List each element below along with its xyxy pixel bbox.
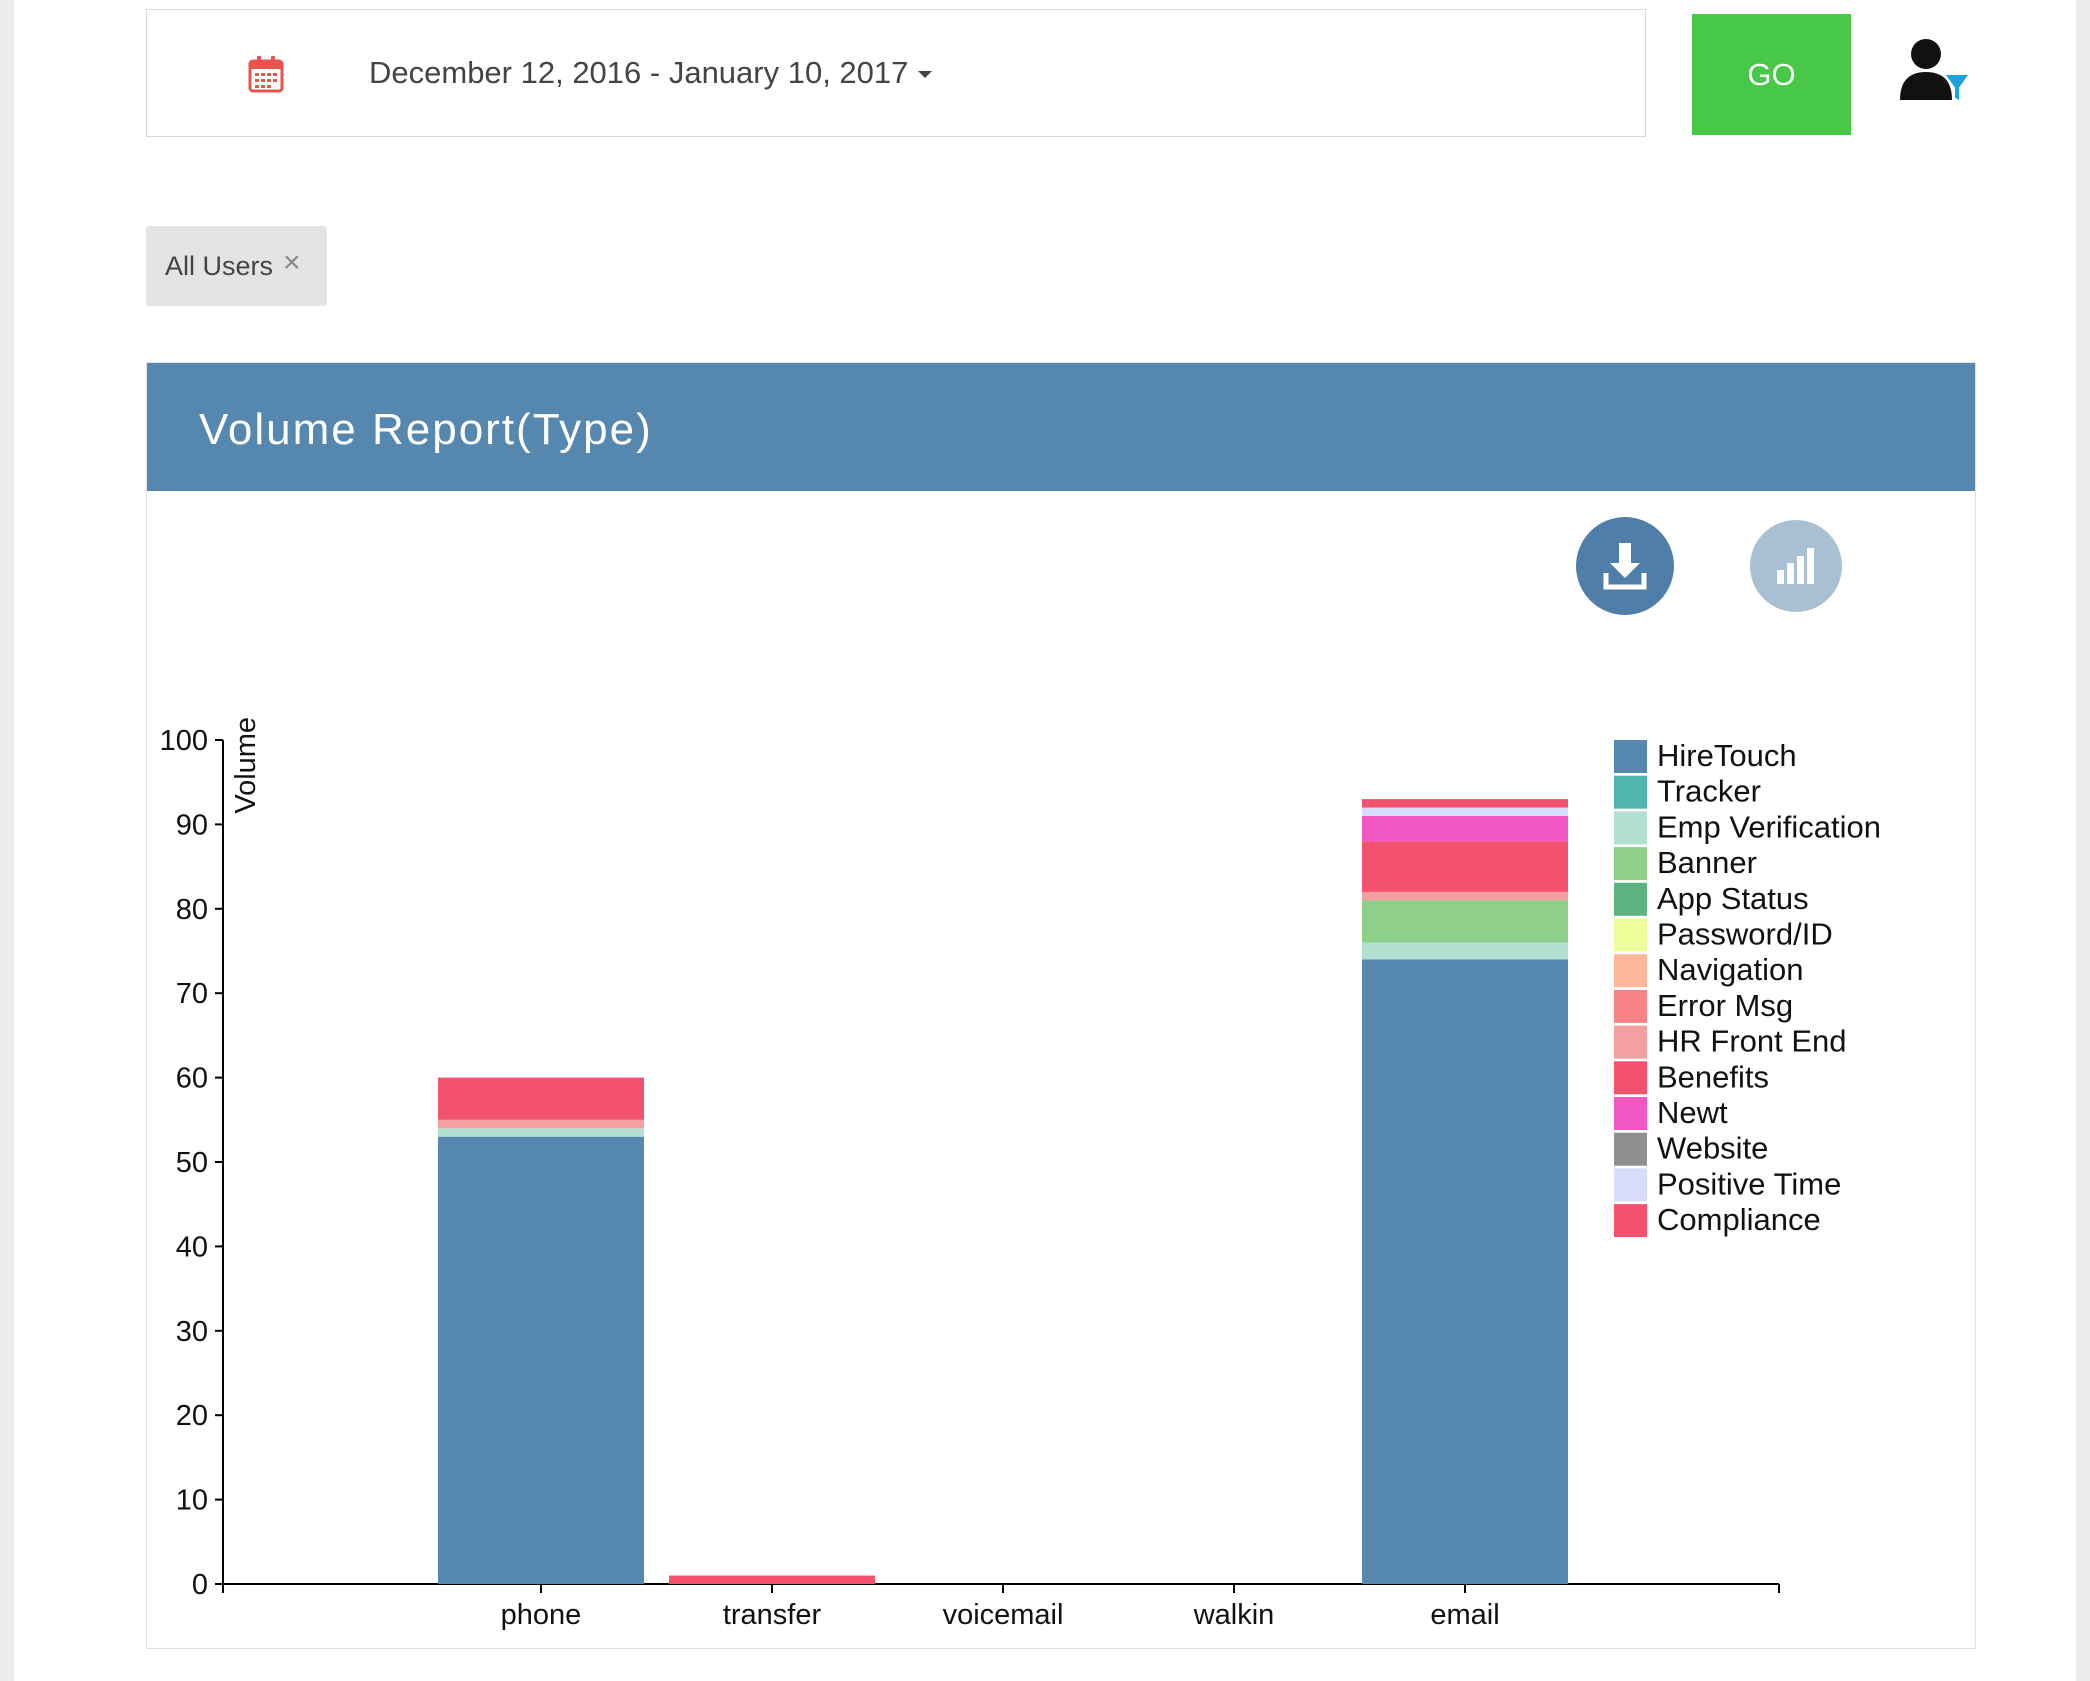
y-tick-label: 10 — [176, 1485, 208, 1517]
x-tick-label: voicemail — [943, 1599, 1064, 1631]
y-tick-label: 40 — [176, 1231, 208, 1263]
bar-segment[interactable] — [1362, 900, 1568, 943]
legend-label: Tracker — [1657, 774, 1761, 809]
bar-segment[interactable] — [438, 1136, 644, 1584]
legend: HireTouchTrackerEmp VerificationBannerAp… — [1614, 738, 1881, 1238]
legend-swatch — [1614, 1204, 1647, 1238]
x-tick-label: phone — [501, 1599, 582, 1631]
date-range-picker[interactable]: December 12, 2016 - January 10, 2017 — [146, 9, 1646, 137]
legend-label: Website — [1657, 1131, 1768, 1166]
legend-label: Positive Time — [1657, 1166, 1841, 1201]
y-tick-label: 80 — [176, 894, 208, 926]
legend-label: Banner — [1657, 845, 1757, 880]
left-gutter — [0, 0, 14, 1681]
legend-swatch — [1614, 1168, 1647, 1202]
bar-segment[interactable] — [1362, 815, 1568, 842]
legend-label: Compliance — [1657, 1202, 1821, 1237]
x-tick-label: email — [1430, 1599, 1499, 1631]
volume-report-panel: Volume Report(Type) 0 10 20 30 40 50 60 70 80 90 1… — [146, 362, 1976, 1649]
y-tick-label: 50 — [176, 1147, 208, 1179]
legend-swatch — [1614, 882, 1647, 916]
bar-segment[interactable] — [1362, 891, 1568, 901]
stacked-bar-chart: 0 10 20 30 40 50 60 70 80 90 100 phone transfer voic… — [160, 717, 1881, 1631]
legend-label: App Status — [1657, 881, 1809, 916]
right-scrollbar-track[interactable] — [2076, 0, 2090, 1681]
y-tick-label: 20 — [176, 1400, 208, 1432]
legend-label: Password/ID — [1657, 917, 1833, 952]
legend-swatch — [1614, 918, 1647, 952]
bar-segment[interactable] — [1362, 959, 1568, 1584]
legend-label: Navigation — [1657, 952, 1803, 987]
legend-label: Emp Verification — [1657, 809, 1881, 844]
go-button[interactable]: GO — [1692, 14, 1851, 135]
y-tick-label: 100 — [160, 725, 208, 757]
legend-swatch — [1614, 1061, 1647, 1095]
user-filter-icon[interactable] — [1898, 36, 1972, 106]
filter-chip-all-users: All Users × — [146, 226, 327, 306]
x-tick-label: walkin — [1193, 1599, 1275, 1631]
legend-label: Error Msg — [1657, 988, 1793, 1023]
bar-segment[interactable] — [1362, 799, 1568, 808]
bar-segment[interactable] — [1362, 841, 1568, 892]
date-range-value[interactable]: December 12, 2016 - January 10, 2017 — [369, 55, 933, 91]
legend-swatch — [1614, 1097, 1647, 1130]
date-range-label: December 12, 2016 - January 10, 2017 — [369, 55, 909, 90]
bar-segment[interactable] — [669, 1575, 875, 1584]
calendar-icon — [248, 56, 284, 93]
y-tick-label: 90 — [176, 809, 208, 841]
bar-segment[interactable] — [1362, 942, 1568, 960]
y-tick-label: 70 — [176, 978, 208, 1010]
bar-segment[interactable] — [438, 1077, 644, 1120]
y-tick-label: 30 — [176, 1316, 208, 1348]
y-tick-label: 0 — [192, 1569, 208, 1601]
y-axis-label: Volume — [230, 717, 262, 814]
legend-swatch — [1614, 775, 1647, 809]
legend-swatch — [1614, 989, 1647, 1023]
legend-swatch — [1614, 1025, 1647, 1059]
chip-label: All Users — [165, 250, 274, 281]
legend-swatch — [1614, 740, 1647, 773]
legend-swatch — [1614, 1132, 1647, 1166]
legend-label: HireTouch — [1657, 738, 1797, 773]
legend-label: HR Front End — [1657, 1024, 1847, 1059]
bars — [438, 799, 1568, 1584]
caret-down-icon — [918, 71, 933, 79]
bar-segment[interactable] — [438, 1119, 644, 1129]
x-tick-label: transfer — [723, 1599, 822, 1631]
bar-segment[interactable] — [438, 1128, 644, 1137]
legend-swatch — [1614, 811, 1647, 845]
legend-label: Benefits — [1657, 1059, 1769, 1094]
y-tick-label: 60 — [176, 1063, 208, 1095]
bar-segment[interactable] — [1362, 807, 1568, 816]
x-axis: phone transfer voicemail walkin email — [222, 1583, 1780, 1631]
legend-swatch — [1614, 847, 1647, 881]
y-axis: 0 10 20 30 40 50 60 70 80 90 100 — [160, 725, 224, 1601]
legend-swatch — [1614, 954, 1647, 988]
legend-label: Newt — [1657, 1095, 1728, 1130]
close-icon[interactable]: × — [283, 248, 301, 278]
